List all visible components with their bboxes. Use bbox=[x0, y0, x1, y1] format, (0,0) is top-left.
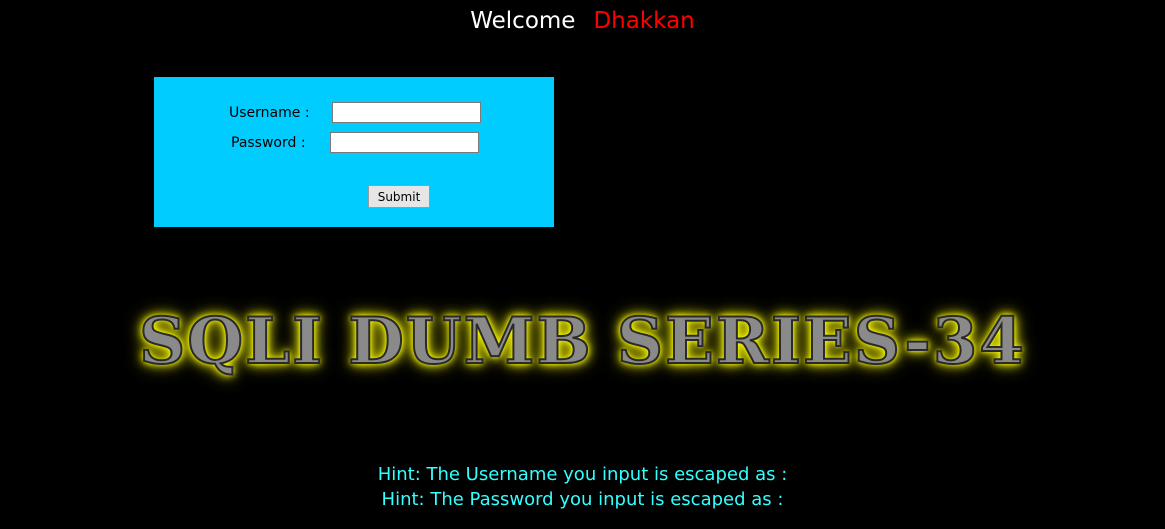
page: Welcome Dhakkan Username : Password : Sub… bbox=[0, 0, 1165, 529]
welcome-text: Welcome bbox=[470, 8, 576, 34]
username-label: Username : bbox=[229, 105, 310, 121]
welcome-username: Dhakkan bbox=[593, 8, 695, 34]
password-input[interactable] bbox=[330, 132, 479, 153]
submit-button[interactable]: Submit bbox=[368, 185, 430, 208]
password-hint: Hint: The Password you input is escaped … bbox=[381, 489, 784, 510]
username-hint: Hint: The Username you input is escaped … bbox=[377, 464, 788, 485]
welcome-header: Welcome Dhakkan bbox=[0, 5, 1165, 37]
password-label: Password : bbox=[231, 135, 306, 151]
series-banner-title: SQLI DUMB SERIES-34 bbox=[138, 303, 1026, 380]
username-input[interactable] bbox=[332, 102, 481, 123]
login-form: Username : Password : Submit bbox=[154, 77, 554, 227]
